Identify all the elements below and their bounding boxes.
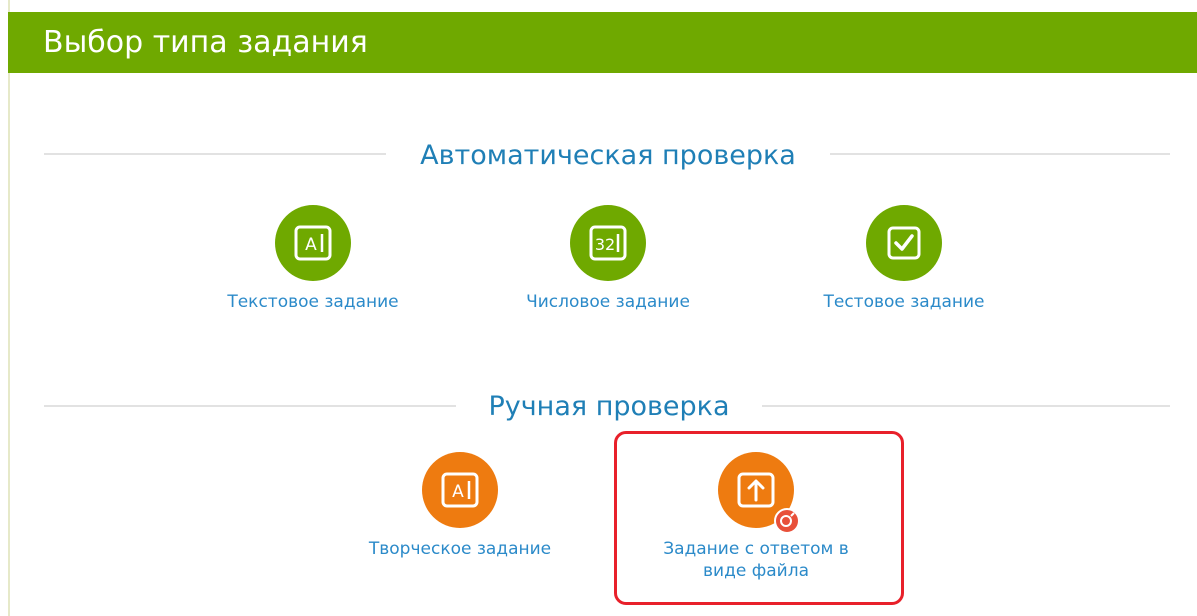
task-type-circle[interactable]: 32 bbox=[570, 205, 646, 281]
section-divider-right bbox=[830, 153, 1170, 155]
task-type-text[interactable]: A Текстовое задание bbox=[203, 205, 423, 313]
text-answer-icon: A bbox=[441, 472, 479, 508]
selection-highlight bbox=[614, 431, 904, 605]
svg-text:32: 32 bbox=[595, 235, 615, 254]
svg-text:A: A bbox=[452, 482, 464, 502]
section-divider-right bbox=[762, 405, 1170, 407]
number-answer-icon: 32 bbox=[589, 225, 627, 261]
task-type-label[interactable]: Числовое задание bbox=[498, 291, 718, 313]
task-type-label[interactable]: Тестовое задание bbox=[794, 291, 1014, 313]
task-type-number[interactable]: 32 Числовое задание bbox=[498, 205, 718, 313]
text-answer-icon: A bbox=[294, 225, 332, 261]
section-title-auto: Автоматическая проверка bbox=[420, 140, 796, 171]
dialog-title: Выбор типа задания bbox=[43, 25, 368, 60]
dialog-header: Выбор типа задания bbox=[8, 12, 1197, 73]
task-type-creative[interactable]: A Творческое задание bbox=[350, 452, 570, 560]
section-divider-left bbox=[44, 153, 386, 155]
section-divider-left bbox=[44, 405, 456, 407]
task-type-circle[interactable] bbox=[866, 205, 942, 281]
task-type-test[interactable]: Тестовое задание bbox=[794, 205, 1014, 313]
task-type-circle[interactable]: A bbox=[275, 205, 351, 281]
checkbox-icon bbox=[887, 226, 921, 260]
task-type-label[interactable]: Текстовое задание bbox=[203, 291, 423, 313]
task-type-circle[interactable]: A bbox=[422, 452, 498, 528]
section-title-manual: Ручная проверка bbox=[488, 391, 730, 422]
task-type-label[interactable]: Творческое задание bbox=[350, 538, 570, 560]
svg-text:A: A bbox=[305, 235, 317, 255]
